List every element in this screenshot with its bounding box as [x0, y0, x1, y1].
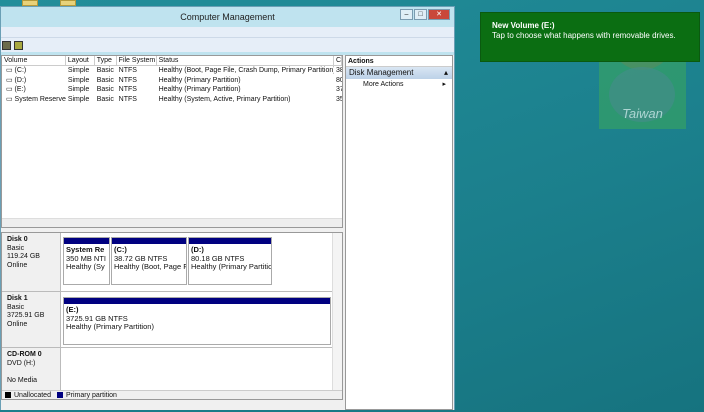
- close-button[interactable]: ✕: [428, 9, 450, 20]
- partition-status: Healthy (Boot, Page Fil: [114, 262, 186, 271]
- horizontal-scrollbar[interactable]: [2, 218, 342, 227]
- disk-graphical-view: Disk 0 Basic 119.24 GB Online System Re 3…: [1, 232, 343, 400]
- table-cell: Healthy (System, Active, Primary Partiti…: [158, 95, 291, 103]
- table-row[interactable]: ▭ (E:) Simple Basic NTFS Healthy (Primary Pa…: [2, 85, 342, 95]
- table-cell: ▭ (C:): [6, 67, 27, 74]
- menu-bar: [1, 27, 454, 38]
- title-bar[interactable]: Computer Management – □ ✕: [1, 7, 454, 27]
- disk-0-row: Disk 0 Basic 119.24 GB Online System Re 3…: [2, 233, 332, 292]
- table-cell: NTFS: [118, 76, 137, 84]
- table-cell: Basic: [96, 86, 114, 93]
- table-cell: Basic: [96, 67, 114, 74]
- toolbar: [1, 38, 454, 52]
- column-header-volume[interactable]: Volume: [2, 56, 66, 65]
- table-cell: Simple: [67, 76, 90, 84]
- partition-c[interactable]: (C:) 38.72 GB NTFS Healthy (Boot, Page Fil: [111, 237, 187, 285]
- partition-status: Healthy (Sy: [66, 262, 105, 271]
- table-cell: Simple: [67, 67, 90, 74]
- legend: Unallocated Primary partition: [2, 390, 342, 399]
- table-cell: 35: [336, 95, 343, 103]
- help-icon[interactable]: [14, 40, 23, 50]
- table-cell: 38: [336, 67, 343, 74]
- disk-size: 119.24 GB: [7, 253, 40, 260]
- column-header-file-system[interactable]: File System: [117, 56, 157, 65]
- table-cell: NTFS: [118, 95, 137, 103]
- disk-name: Disk 1: [7, 295, 28, 302]
- computer-management-window: Computer Management – □ ✕ Volume Layout …: [0, 6, 455, 410]
- section-label: Disk Management: [349, 68, 414, 77]
- disk-state: No Media: [7, 376, 37, 384]
- partition-status: Healthy (Primary Partitior: [191, 262, 271, 271]
- table-cell: ▭ (E:): [6, 86, 26, 93]
- disk-name: Disk 0: [7, 236, 28, 243]
- column-header-capacity[interactable]: C: [334, 56, 342, 65]
- action-label: More Actions: [363, 81, 404, 88]
- cdrom-0-label[interactable]: CD-ROM 0 DVD (H:) No Media: [2, 348, 61, 392]
- actions-section-disk-management[interactable]: Disk Management ▴: [346, 67, 452, 79]
- toast-title: New Volume (E:): [492, 21, 555, 30]
- disk-type: Basic: [7, 303, 25, 311]
- disk-name: CD-ROM 0: [7, 351, 42, 358]
- restore-button[interactable]: □: [414, 9, 427, 20]
- partition-d[interactable]: (D:) 80.18 GB NTFS Healthy (Primary Partit…: [188, 237, 272, 285]
- partition-status: Healthy (Primary Partition): [66, 322, 154, 331]
- partition-e[interactable]: (E:) 3725.91 GB NTFS Healthy (Primary Part…: [63, 297, 331, 345]
- table-cell: NTFS: [118, 86, 137, 93]
- table-cell: 37: [336, 86, 343, 93]
- table-cell: 80: [336, 76, 343, 84]
- toast-message: Tap to choose what happens with removabl…: [492, 31, 676, 40]
- minimize-button[interactable]: –: [400, 9, 413, 20]
- disk-1-label[interactable]: Disk 1 Basic 3725.91 GB Online: [2, 292, 61, 347]
- submenu-arrow-icon: ▸: [442, 81, 446, 88]
- table-row[interactable]: ▭ (D:) Simple Basic NTFS Healthy (Primary Pa…: [2, 76, 342, 86]
- partition-system-reserved[interactable]: System Re 350 MB NTI Healthy (Sy: [63, 237, 110, 285]
- disk-state: Online: [7, 261, 28, 269]
- table-row[interactable]: ▭ System Reserved Simple Basic NTFS Healthy …: [2, 95, 342, 105]
- window-title: Computer Management: [180, 12, 275, 22]
- table-cell: Healthy (Primary Partition): [158, 76, 241, 84]
- table-cell: ▭ (D:): [6, 76, 27, 84]
- disk-state: Online: [7, 320, 28, 328]
- actions-title: Actions: [346, 56, 452, 67]
- disk-type: DVD (H:): [7, 359, 36, 367]
- legend-label: Unallocated: [14, 391, 51, 399]
- legend-label: Primary partition: [65, 391, 117, 399]
- more-actions-item[interactable]: More Actions ▸: [346, 79, 452, 90]
- volume-list: Volume Layout Type File System Status C …: [1, 55, 343, 228]
- disk-size: 3725.91 GB: [7, 312, 45, 319]
- vertical-scrollbar[interactable]: [332, 233, 342, 393]
- disk-0-label[interactable]: Disk 0 Basic 119.24 GB Online: [2, 233, 61, 291]
- table-cell: Simple: [67, 86, 90, 93]
- disk-1-row: Disk 1 Basic 3725.91 GB Online (E:) 3725.…: [2, 292, 332, 348]
- actions-pane: Actions Disk Management ▴ More Actions ▸: [345, 55, 453, 410]
- table-cell: ▭ System Reserved: [6, 95, 66, 103]
- unallocated-swatch: [5, 392, 11, 398]
- table-row[interactable]: ▭ (C:) Simple Basic NTFS Healthy (Boot, Page…: [2, 66, 342, 76]
- table-cell: NTFS: [118, 67, 137, 74]
- table-cell: Healthy (Primary Partition): [158, 86, 241, 93]
- properties-icon[interactable]: [2, 40, 11, 50]
- table-cell: Simple: [67, 95, 90, 103]
- column-header-status[interactable]: Status: [157, 56, 335, 65]
- table-cell: Basic: [96, 95, 114, 103]
- cdrom-0-row: CD-ROM 0 DVD (H:) No Media: [2, 348, 332, 392]
- primary-partition-swatch: [56, 392, 63, 398]
- column-header-type[interactable]: Type: [95, 56, 117, 65]
- table-cell: Basic: [96, 76, 114, 84]
- column-header-layout[interactable]: Layout: [66, 56, 95, 65]
- table-cell: Healthy (Boot, Page File, Crash Dump, Pr…: [158, 67, 335, 74]
- disk-type: Basic: [7, 244, 25, 252]
- collapse-arrow-icon: ▴: [443, 68, 448, 77]
- toast-notification[interactable]: New Volume (E:) Tap to choose what happe…: [480, 12, 700, 62]
